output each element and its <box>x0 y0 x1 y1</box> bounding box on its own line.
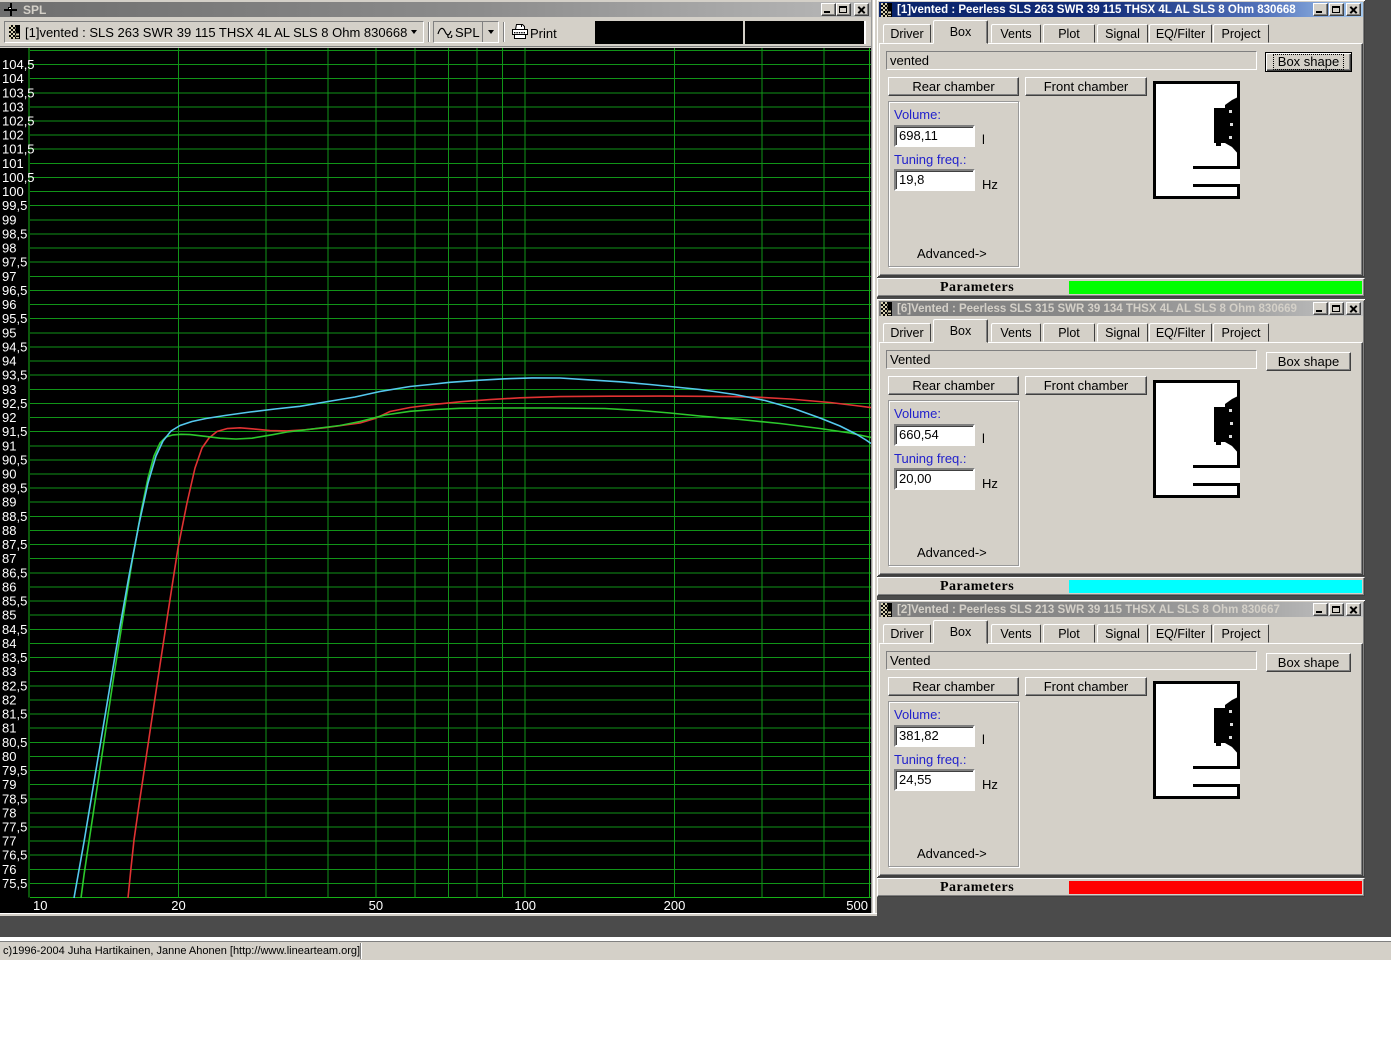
svg-text:93: 93 <box>2 382 16 397</box>
svg-text:95,5: 95,5 <box>2 311 27 326</box>
svg-text:85: 85 <box>2 608 16 623</box>
svg-text:83,5: 83,5 <box>2 650 27 665</box>
svg-text:90,5: 90,5 <box>2 452 27 467</box>
svg-text:98,5: 98,5 <box>2 227 27 242</box>
svg-text:86,5: 86,5 <box>2 565 27 580</box>
svg-text:94,5: 94,5 <box>2 339 27 354</box>
svg-text:94: 94 <box>2 354 16 369</box>
svg-text:104,5: 104,5 <box>2 57 35 72</box>
svg-text:92,5: 92,5 <box>2 396 27 411</box>
svg-text:10: 10 <box>33 898 47 913</box>
svg-text:20: 20 <box>171 898 185 913</box>
svg-text:80: 80 <box>2 749 16 764</box>
svg-text:88,5: 88,5 <box>2 509 27 524</box>
svg-text:103: 103 <box>2 99 24 114</box>
svg-text:101: 101 <box>2 156 24 171</box>
svg-text:89,5: 89,5 <box>2 481 27 496</box>
svg-text:99,5: 99,5 <box>2 198 27 213</box>
svg-text:90: 90 <box>2 467 16 482</box>
svg-text:77: 77 <box>2 834 16 849</box>
svg-text:95: 95 <box>2 325 16 340</box>
svg-text:93,5: 93,5 <box>2 368 27 383</box>
svg-text:81,5: 81,5 <box>2 707 27 722</box>
svg-text:82,5: 82,5 <box>2 678 27 693</box>
svg-text:88: 88 <box>2 523 16 538</box>
svg-text:78,5: 78,5 <box>2 791 27 806</box>
svg-text:79: 79 <box>2 777 16 792</box>
svg-text:91,5: 91,5 <box>2 424 27 439</box>
svg-text:97,5: 97,5 <box>2 255 27 270</box>
svg-text:200: 200 <box>664 898 686 913</box>
svg-text:87,5: 87,5 <box>2 537 27 552</box>
svg-text:96: 96 <box>2 297 16 312</box>
svg-text:83: 83 <box>2 664 16 679</box>
svg-text:78: 78 <box>2 805 16 820</box>
svg-text:102,5: 102,5 <box>2 114 35 129</box>
svg-text:50: 50 <box>369 898 383 913</box>
svg-text:92: 92 <box>2 410 16 425</box>
svg-text:101,5: 101,5 <box>2 142 35 157</box>
svg-text:84: 84 <box>2 636 16 651</box>
svg-text:82: 82 <box>2 692 16 707</box>
svg-text:100: 100 <box>2 184 24 199</box>
svg-text:81: 81 <box>2 721 16 736</box>
svg-text:76: 76 <box>2 862 16 877</box>
svg-text:89: 89 <box>2 495 16 510</box>
svg-text:97: 97 <box>2 269 16 284</box>
svg-text:77,5: 77,5 <box>2 820 27 835</box>
svg-text:91: 91 <box>2 438 16 453</box>
svg-text:104: 104 <box>2 71 24 86</box>
svg-text:500: 500 <box>846 898 868 913</box>
svg-text:100,5: 100,5 <box>2 170 35 185</box>
svg-text:99: 99 <box>2 212 16 227</box>
svg-text:100: 100 <box>514 898 536 913</box>
svg-text:102: 102 <box>2 128 24 143</box>
svg-text:79,5: 79,5 <box>2 763 27 778</box>
svg-text:96,5: 96,5 <box>2 283 27 298</box>
svg-text:80,5: 80,5 <box>2 735 27 750</box>
svg-text:86: 86 <box>2 580 16 595</box>
svg-text:87: 87 <box>2 551 16 566</box>
svg-text:75,5: 75,5 <box>2 876 27 891</box>
svg-text:76,5: 76,5 <box>2 848 27 863</box>
svg-text:103,5: 103,5 <box>2 85 35 100</box>
svg-text:98: 98 <box>2 241 16 256</box>
svg-text:85,5: 85,5 <box>2 594 27 609</box>
svg-text:84,5: 84,5 <box>2 622 27 637</box>
